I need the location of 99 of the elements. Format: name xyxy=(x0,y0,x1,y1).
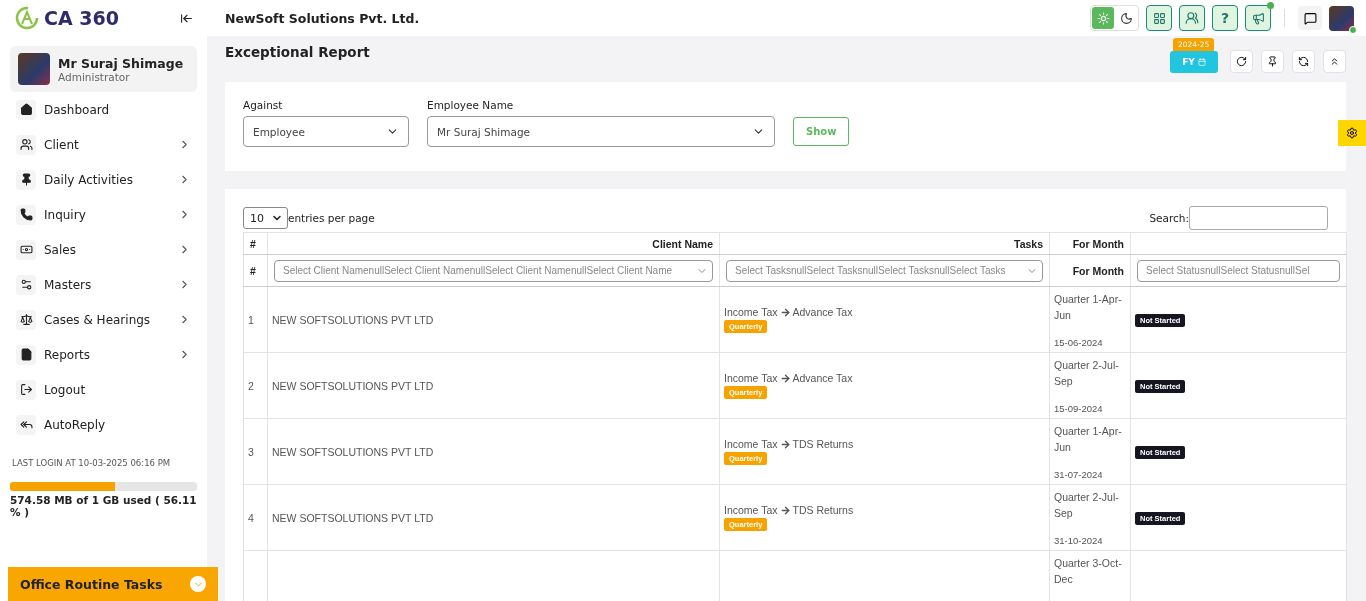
search-label: Search: xyxy=(1149,212,1189,224)
moon-icon xyxy=(1119,11,1133,25)
logout-icon xyxy=(16,379,36,400)
users-icon xyxy=(1185,11,1199,25)
task-name: TDS Returns xyxy=(792,504,854,516)
filter-label: For Month xyxy=(1049,254,1131,287)
users-icon xyxy=(16,134,36,155)
collapse-up-button[interactable] xyxy=(1323,50,1346,73)
settings-button[interactable] xyxy=(1338,120,1366,146)
chat-icon xyxy=(1303,11,1317,25)
row-number: 4 xyxy=(248,511,254,524)
filter-label: # xyxy=(243,254,268,287)
column-header[interactable]: For Month xyxy=(1049,232,1131,255)
sidebar-item[interactable]: Client xyxy=(10,127,197,162)
due-date: 31-07-2024 xyxy=(1054,469,1104,480)
select-field[interactable]: Mr Suraj Shimage xyxy=(427,116,775,147)
task-group: Income Tax xyxy=(724,504,778,516)
sync-button[interactable] xyxy=(1292,50,1315,73)
avatar-photo-placeholder xyxy=(18,53,50,85)
logo-text: CA 360 xyxy=(44,7,119,29)
megaphone-button[interactable] xyxy=(1245,5,1271,31)
due-date: 15-09-2024 xyxy=(1054,403,1104,414)
column-header[interactable]: Tasks xyxy=(719,232,1050,255)
filter-select[interactable]: Select TasksnullSelect TasksnullSelect TasksnullSelect Tasks xyxy=(726,259,1043,282)
grid-button[interactable] xyxy=(1146,5,1172,31)
arrow-right-icon xyxy=(779,306,791,318)
task-name: Advance Tax xyxy=(792,372,853,384)
period-text: Quarter 1-Apr-Jun xyxy=(1054,292,1123,323)
filter-select[interactable]: Select StatusnullSelect StatusnullSel xyxy=(1137,259,1340,282)
arrow-right-icon xyxy=(779,372,791,384)
profile-name: Mr Suraj Shimage xyxy=(58,55,184,71)
page-title: Exceptional Report xyxy=(225,44,370,60)
task-group: Income Tax xyxy=(724,372,778,384)
period-text: Quarter 1-Apr-Jun xyxy=(1054,424,1123,455)
row-number: 1 xyxy=(248,313,254,326)
group-button[interactable] xyxy=(1179,5,1205,31)
sidebar-item[interactable]: Masters xyxy=(10,267,197,302)
chat-button[interactable] xyxy=(1298,6,1322,30)
entries-label: entries per page xyxy=(288,212,375,224)
office-routine-tasks-bar[interactable]: Office Routine Tasks xyxy=(8,567,218,601)
client-name: NEW SOFTSOLUTIONS PVT LTD xyxy=(272,511,434,524)
collapse-icon[interactable] xyxy=(180,11,193,25)
due-date: 15-06-2024 xyxy=(1054,337,1104,348)
sidebar-item[interactable]: Cases & Hearings xyxy=(10,302,197,337)
logo-icon xyxy=(14,6,40,30)
profile-role: Administrator xyxy=(58,70,130,83)
field-label: Employee Name xyxy=(427,99,515,111)
sidebar-item[interactable]: Logout xyxy=(10,372,197,407)
user-avatar[interactable] xyxy=(1329,5,1354,31)
select-field[interactable]: Employee xyxy=(243,116,409,147)
scale-icon xyxy=(16,309,36,330)
search-field[interactable] xyxy=(1189,206,1328,230)
period-text: Quarter 2-Jul-Sep xyxy=(1054,490,1120,521)
task-group: Income Tax xyxy=(724,306,778,318)
task-group: Income Tax xyxy=(724,438,778,450)
phone-icon xyxy=(16,204,36,225)
sidebar-item[interactable]: Dashboard xyxy=(10,92,197,127)
arrow-right-icon xyxy=(779,438,791,450)
last-login-text: LAST LOGIN AT 10-03-2025 06:16 PM xyxy=(11,458,172,468)
period-text: Quarter 3-Oct-Dec xyxy=(1054,556,1123,587)
row-number: 2 xyxy=(248,379,254,392)
help-button[interactable]: ? xyxy=(1212,5,1238,31)
banknote-icon xyxy=(16,239,36,260)
sidebar-item[interactable]: Inquiry xyxy=(10,197,197,232)
grid-icon xyxy=(1152,11,1166,25)
sidebar-item[interactable]: Daily Activities xyxy=(10,162,197,197)
field-label: Against xyxy=(243,99,284,111)
company-name: NewSoft Solutions Pvt. Ltd. xyxy=(225,10,420,26)
home-icon xyxy=(16,99,36,120)
filter-select[interactable]: Select Client NamenullSelect Client NamenullSelect Client NamenullSelect Client Name xyxy=(274,259,713,282)
document-icon xyxy=(16,344,36,365)
arrow-right-icon xyxy=(779,504,791,516)
row-number: 3 xyxy=(248,445,254,458)
pin-icon xyxy=(1267,56,1278,67)
page-size-select[interactable]: 10 xyxy=(243,207,288,229)
calendar-icon xyxy=(1197,58,1206,66)
reply-all-icon xyxy=(16,414,36,435)
sidebar-item[interactable]: AutoReply xyxy=(10,407,197,442)
sun-icon xyxy=(1096,11,1110,25)
column-header[interactable]: Client Name xyxy=(267,232,720,255)
client-name: NEW SOFTSOLUTIONS PVT LTD xyxy=(272,379,434,392)
refresh-button[interactable] xyxy=(1230,50,1253,73)
gear-icon xyxy=(1346,127,1358,139)
column-header[interactable]: # xyxy=(243,232,268,255)
client-name: NEW SOFTSOLUTIONS PVT LTD xyxy=(272,445,434,458)
pin-button[interactable] xyxy=(1261,50,1284,73)
storage-text: 574.58 MB of 1 GB used ( 56.11 % ) xyxy=(10,494,197,518)
due-date: 31-10-2024 xyxy=(1054,535,1104,546)
client-name: NEW SOFTSOLUTIONS PVT LTD xyxy=(272,313,434,326)
megaphone-icon xyxy=(1251,11,1265,25)
sidebar-item[interactable]: Reports xyxy=(10,337,197,372)
task-name: TDS Returns xyxy=(792,438,854,450)
sidebar-item[interactable]: Sales xyxy=(10,232,197,267)
refresh-icon xyxy=(1236,56,1247,67)
pin-icon xyxy=(16,169,36,190)
sync-icon xyxy=(1298,56,1309,67)
task-name: Advance Tax xyxy=(792,306,853,318)
period-text: Quarter 2-Jul-Sep xyxy=(1054,358,1120,389)
chevrons-up-icon xyxy=(1329,56,1340,67)
